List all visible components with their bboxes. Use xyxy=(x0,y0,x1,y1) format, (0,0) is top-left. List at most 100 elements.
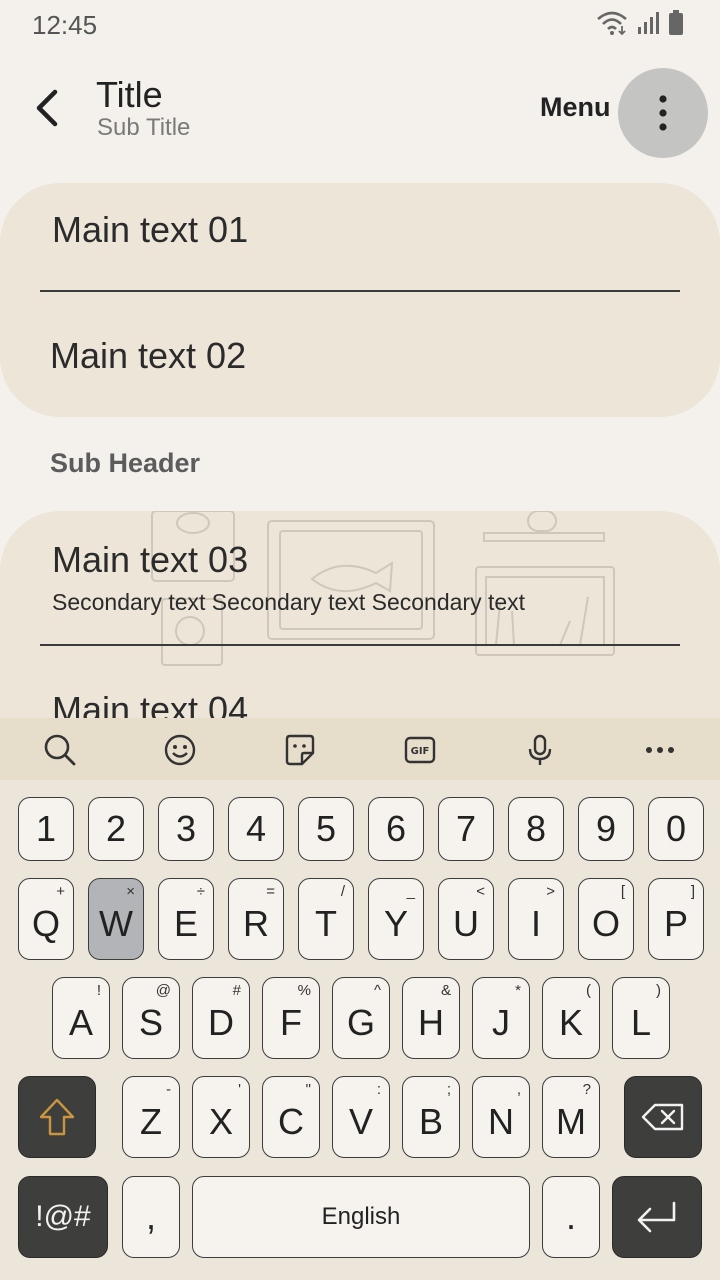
list-item-main-text-02[interactable]: Main text 02 xyxy=(50,335,246,377)
key-secondary-symbol: ! xyxy=(96,982,101,999)
key-secondary-symbol: ( xyxy=(586,982,591,999)
key-label: K xyxy=(558,1002,583,1043)
key-label: 4 xyxy=(245,808,267,849)
key-8[interactable]: 8 xyxy=(508,797,564,861)
key-a[interactable]: ! A xyxy=(52,977,110,1059)
key-secondary-symbol: # xyxy=(232,982,241,999)
key-secondary-symbol: ? xyxy=(582,1081,591,1098)
key-g[interactable]: ^ G xyxy=(332,977,390,1059)
menu-button[interactable]: Menu xyxy=(540,92,611,123)
key-label: 7 xyxy=(455,808,477,849)
key-label: M xyxy=(556,1101,586,1142)
key-r[interactable]: = R xyxy=(228,878,284,960)
space-key[interactable]: English xyxy=(192,1176,530,1258)
key-secondary-symbol: / xyxy=(340,883,345,900)
key-6[interactable]: 6 xyxy=(368,797,424,861)
key-3[interactable]: 3 xyxy=(158,797,214,861)
key-f[interactable]: % F xyxy=(262,977,320,1059)
key-x[interactable]: ' X xyxy=(192,1076,250,1158)
keyboard-sticker-button[interactable] xyxy=(280,730,320,770)
key-label: 8 xyxy=(525,808,547,849)
key-u[interactable]: < U xyxy=(438,878,494,960)
period-key[interactable]: . xyxy=(542,1176,600,1258)
keyboard-gif-button[interactable]: GIF xyxy=(400,730,440,770)
key-label: 6 xyxy=(385,808,407,849)
more-options-button[interactable] xyxy=(618,68,708,158)
list-item-main-text-01[interactable]: Main text 01 xyxy=(52,209,248,251)
key-secondary-symbol: ' xyxy=(238,1081,241,1098)
key-label: 3 xyxy=(175,808,197,849)
key-b[interactable]: ; B xyxy=(402,1076,460,1158)
keyboard-toolbar: GIF xyxy=(0,718,720,780)
key-0[interactable]: 0 xyxy=(648,797,704,861)
key-t[interactable]: / T xyxy=(298,878,354,960)
list-divider xyxy=(40,644,680,646)
symbols-key[interactable]: !@# xyxy=(18,1176,108,1258)
enter-key[interactable] xyxy=(612,1176,702,1258)
key-label: 0 xyxy=(665,808,687,849)
key-label: N xyxy=(488,1101,514,1142)
key-e[interactable]: ÷ E xyxy=(158,878,214,960)
backspace-key[interactable] xyxy=(624,1076,702,1158)
comma-key[interactable]: , xyxy=(122,1176,180,1258)
key-secondary-symbol: [ xyxy=(620,883,625,900)
key-2[interactable]: 2 xyxy=(88,797,144,861)
key-w[interactable]: × W xyxy=(88,878,144,960)
page-title: Title xyxy=(96,74,163,115)
key-label: J xyxy=(492,1002,510,1043)
key-label: 9 xyxy=(595,808,617,849)
key-9[interactable]: 9 xyxy=(578,797,634,861)
key-label: D xyxy=(208,1002,234,1043)
key-d[interactable]: # D xyxy=(192,977,250,1059)
enter-icon xyxy=(637,1201,676,1233)
key-q[interactable]: + Q xyxy=(18,878,74,960)
key-secondary-symbol: ÷ xyxy=(196,883,205,900)
key-o[interactable]: [O xyxy=(578,878,634,960)
keyboard-voice-button[interactable] xyxy=(520,730,560,770)
keyboard-more-button[interactable] xyxy=(640,730,680,770)
shift-icon xyxy=(39,1098,75,1136)
key-p[interactable]: ] P xyxy=(648,878,704,960)
key-4[interactable]: 4 xyxy=(228,797,284,861)
key-7[interactable]: 7 xyxy=(438,797,494,861)
key-label: C xyxy=(278,1101,304,1142)
microphone-icon xyxy=(528,734,552,765)
key-m[interactable]: ? M xyxy=(542,1076,600,1158)
key-label: 1 xyxy=(35,808,57,849)
key-i[interactable]: > I xyxy=(508,878,564,960)
key-k[interactable]: (K xyxy=(542,977,600,1059)
back-button[interactable] xyxy=(26,84,66,132)
key-secondary-symbol: + xyxy=(56,883,65,900)
key-label: Y xyxy=(383,903,408,944)
key-label: B xyxy=(418,1101,443,1142)
key-secondary-symbol: _ xyxy=(406,883,415,900)
key-s[interactable]: @ S xyxy=(122,977,180,1059)
wifi-icon xyxy=(597,11,627,36)
battery-icon xyxy=(669,10,683,35)
list-item-main-text-03[interactable]: Main text 03 xyxy=(52,539,248,581)
key-z[interactable]: -Z xyxy=(122,1076,180,1158)
key-label: E xyxy=(173,903,198,944)
key-h[interactable]: & H xyxy=(402,977,460,1059)
key-5[interactable]: 5 xyxy=(298,797,354,861)
key-secondary-symbol: & xyxy=(440,982,451,999)
key-1[interactable]: 1 xyxy=(18,797,74,861)
list-item-secondary-text: Secondary text Secondary text Secondary … xyxy=(52,589,526,615)
shift-key[interactable] xyxy=(18,1076,96,1158)
key-label: 2 xyxy=(105,808,127,849)
key-n[interactable]: ,N xyxy=(472,1076,530,1158)
key-secondary-symbol: × xyxy=(126,883,135,900)
keyboard-search-button[interactable] xyxy=(40,730,80,770)
svg-text:GIF: GIF xyxy=(411,746,430,757)
search-icon xyxy=(44,734,76,766)
key-label: Z xyxy=(140,1101,162,1142)
key-label: 5 xyxy=(315,808,337,849)
key-secondary-symbol: > xyxy=(546,883,555,900)
key-y[interactable]: _ Y xyxy=(368,878,424,960)
key-v[interactable]: :V xyxy=(332,1076,390,1158)
keyboard-emoji-button[interactable] xyxy=(160,730,200,770)
sticker-icon xyxy=(285,734,315,766)
key-l[interactable]: ) L xyxy=(612,977,670,1059)
key-j[interactable]: * J xyxy=(472,977,530,1059)
key-c[interactable]: " C xyxy=(262,1076,320,1158)
